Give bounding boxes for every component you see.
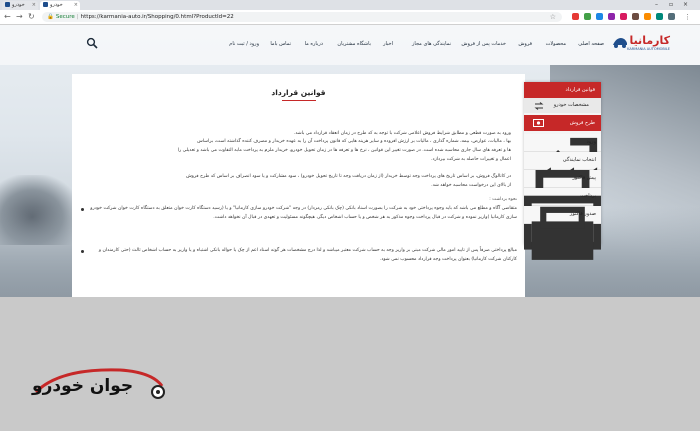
browser-tab[interactable]: خودرو × bbox=[2, 1, 38, 10]
site-favicon-icon bbox=[5, 2, 10, 7]
browser-tab-active[interactable]: خودرو × bbox=[40, 1, 80, 10]
sidebar-item-issue-invoice[interactable]: صدور فاکتور bbox=[524, 206, 601, 260]
sidebar-item-car-specs[interactable]: مشخصات خودرو bbox=[524, 98, 601, 113]
watermark-logo: جوان خودرو bbox=[30, 362, 180, 406]
menu-item-home[interactable]: صفحه اصلی bbox=[578, 39, 604, 49]
sidebar-item-label: مشخصات خودرو bbox=[553, 102, 589, 108]
extension-icon[interactable] bbox=[584, 13, 591, 20]
sidebar-item-contract-rules[interactable]: قوانین قرارداد bbox=[524, 82, 601, 98]
close-tab-icon[interactable]: × bbox=[74, 1, 78, 10]
sidebar-item-label: قوانین قرارداد bbox=[565, 87, 595, 93]
sidebar-item-proforma[interactable]: پیش فاکتور bbox=[524, 170, 601, 240]
address-bar: ← → ↻ 🔒 Secure | https://karmania-auto.ir/S… bbox=[0, 10, 700, 25]
bookmark-star-icon[interactable]: ☆ bbox=[550, 12, 556, 22]
menu-item-sales[interactable]: فروش bbox=[518, 39, 532, 49]
list-item: مبالغ پرداختی صرفاً پس از تایید امور مال… bbox=[81, 247, 517, 264]
sidebar-item-label: ورود bbox=[586, 139, 596, 145]
menu-item-news[interactable]: اخبار bbox=[383, 39, 393, 49]
sidebar-item-label: طرح فروش bbox=[569, 120, 595, 126]
paragraph: بها ، مالیات، عوارض، بیمه، شماره گذاری ،… bbox=[197, 139, 511, 144]
list-item: متقاضی آگاه و مطلع می باشد که باید وجوه … bbox=[81, 205, 517, 222]
bullet-heading: نحوه برداشت : bbox=[489, 197, 517, 202]
main-menu: صفحه اصلی محصولات فروش خدمات پس از فروش … bbox=[146, 39, 604, 49]
forward-icon[interactable]: → bbox=[16, 12, 23, 22]
menu-item-login-register[interactable]: ورود / ثبت نام bbox=[229, 39, 259, 49]
extension-icon[interactable] bbox=[608, 13, 615, 20]
lock-icon: 🔒 bbox=[47, 14, 54, 20]
bullet-dot bbox=[81, 208, 84, 211]
paragraph: اعمال و تغییرات حاصله به شرکت بپردازد. bbox=[431, 157, 511, 162]
paragraph: از بالای این درخواست محاسبه خواهد شد. bbox=[431, 183, 511, 188]
reload-icon[interactable]: ↻ bbox=[28, 12, 35, 22]
logo-subtitle: KARMANIA AUTOMOBILE bbox=[627, 47, 670, 51]
extension-icon[interactable] bbox=[596, 13, 603, 20]
sidebar-item-label: انتخاب نمایندگی bbox=[562, 157, 596, 163]
page-title: قوانین قرارداد bbox=[271, 88, 326, 97]
bullet-dot bbox=[81, 250, 84, 253]
site-header: کارمانیا KARMANIA AUTOMOBILE صفحه اصلی م… bbox=[0, 25, 700, 65]
search-icon[interactable] bbox=[86, 37, 98, 49]
minimize-icon[interactable]: – bbox=[655, 0, 658, 10]
back-icon[interactable]: ← bbox=[4, 12, 11, 22]
car-logo-icon bbox=[613, 38, 627, 48]
title-underline bbox=[282, 100, 316, 101]
swap-arrows-icon bbox=[534, 102, 544, 110]
extension-icon[interactable] bbox=[656, 13, 663, 20]
watermark-text: جوان خودرو bbox=[32, 376, 134, 396]
sidebar-item-payment[interactable]: پرداخت bbox=[524, 188, 601, 250]
order-steps-sidebar: قوانین قرارداد مشخصات خودرو طرح فروش ورو… bbox=[524, 82, 601, 260]
list-item-text: متقاضی آگاه و مطلع می باشد که باید وجوه … bbox=[90, 206, 517, 220]
url-separator: | bbox=[76, 14, 79, 20]
logo-text: کارمانیا bbox=[629, 34, 670, 47]
menu-item-products[interactable]: محصولات bbox=[546, 39, 566, 49]
menu-item-about[interactable]: درباره ما bbox=[305, 39, 323, 49]
menu-item-after-sales[interactable]: خدمات پس از فروش bbox=[461, 39, 506, 49]
site-favicon-icon bbox=[43, 2, 48, 7]
tab-title: خودرو bbox=[12, 2, 25, 8]
menu-item-dealers[interactable]: نمایندگی های مجاز bbox=[412, 39, 451, 49]
extension-icon[interactable] bbox=[668, 13, 675, 20]
sidebar-item-sales-plan[interactable]: طرح فروش bbox=[524, 115, 601, 131]
menu-item-customer-club[interactable]: باشگاه مشتریان bbox=[337, 39, 371, 49]
web-page: کارمانیا KARMANIA AUTOMOBILE صفحه اصلی م… bbox=[0, 25, 700, 297]
extension-icon[interactable] bbox=[572, 13, 579, 20]
money-icon bbox=[533, 119, 544, 127]
tab-title: خودرو bbox=[50, 2, 63, 8]
sidebar-item-login[interactable]: ورود bbox=[524, 134, 601, 200]
sidebar-item-label: پیش فاکتور bbox=[572, 175, 596, 181]
contract-rules-panel: قوانین قرارداد ورود به صورت قطعی و مطابق… bbox=[72, 74, 525, 297]
paragraph: ها و تعرفه های سال جاری محاسبه شده است. … bbox=[177, 148, 511, 153]
maximize-icon[interactable]: ▫ bbox=[669, 0, 673, 10]
extension-icon[interactable] bbox=[644, 13, 651, 20]
extension-icon[interactable] bbox=[632, 13, 639, 20]
sidebar-item-select-dealer[interactable]: انتخاب نمایندگی bbox=[524, 152, 601, 218]
close-tab-icon[interactable]: × bbox=[32, 1, 36, 10]
close-window-icon[interactable]: × bbox=[683, 0, 688, 10]
sidebar-item-label: صدور فاکتور bbox=[569, 211, 596, 217]
site-logo[interactable]: کارمانیا KARMANIA AUTOMOBILE bbox=[612, 34, 672, 54]
url-field[interactable]: 🔒 Secure | https://karmania-auto.ir/Shoppin… bbox=[42, 12, 562, 22]
browser-tab-bar: خودرو × خودرو × – ▫ × bbox=[0, 0, 700, 10]
list-item-text: مبالغ پرداختی صرفاً پس از تایید امور مال… bbox=[98, 248, 517, 262]
extension-icon[interactable] bbox=[620, 13, 627, 20]
browser-menu-icon[interactable]: ⋮ bbox=[684, 12, 691, 22]
url-text: https://karmania-auto.ir/Shopping/0.html… bbox=[80, 14, 234, 20]
sidebar-item-label: پرداخت bbox=[580, 193, 596, 199]
secure-label: Secure bbox=[55, 14, 75, 20]
paragraph: در کاتالوگ فروش، بر اساس تاریخ های پرداخ… bbox=[186, 174, 511, 179]
menu-item-contact[interactable]: تماس باما bbox=[270, 39, 291, 49]
